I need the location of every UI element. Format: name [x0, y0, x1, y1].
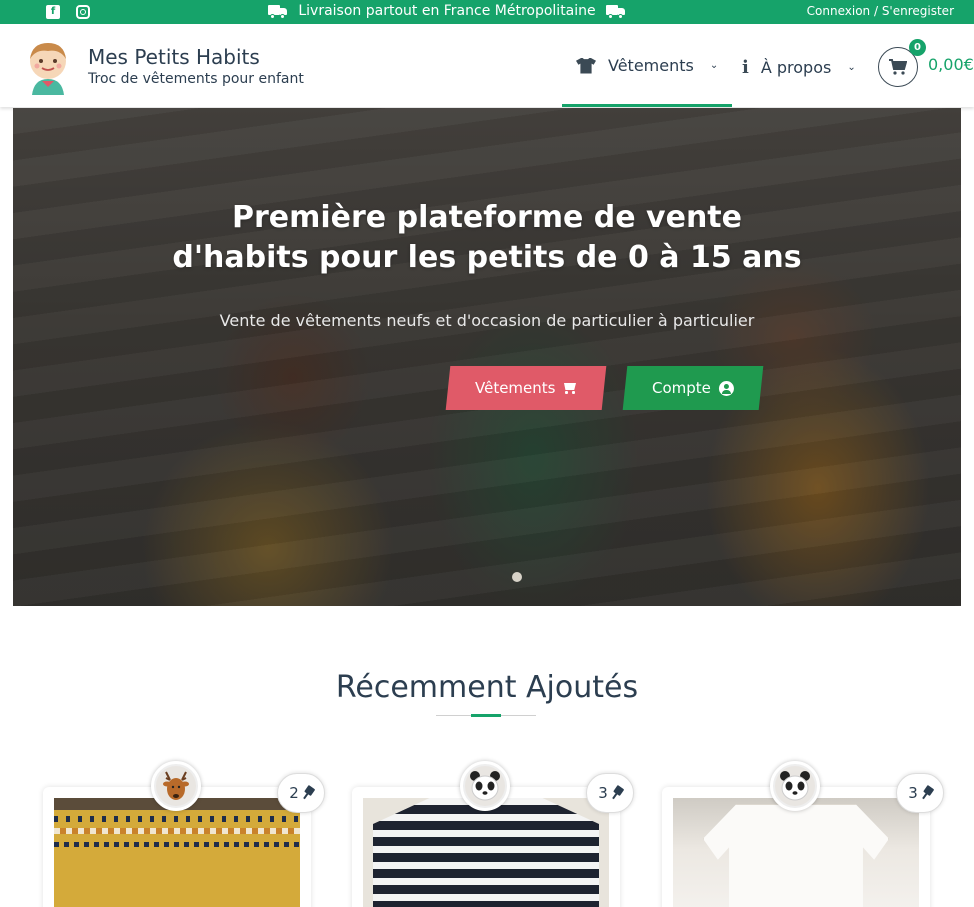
- compte-button[interactable]: Compte: [622, 366, 764, 410]
- cart-icon: [889, 59, 907, 75]
- chevron-down-icon: ⌄: [709, 60, 719, 71]
- pin-count-badge[interactable]: 3: [586, 773, 634, 813]
- product-photo[interactable]: [54, 798, 300, 907]
- deer-icon[interactable]: [151, 761, 201, 811]
- pin-icon: [919, 784, 935, 801]
- nav-item-apropos[interactable]: i À propos ⌄: [742, 27, 856, 107]
- product-card[interactable]: 2: [43, 761, 325, 907]
- top-bar: f Livraison partout en France Métropolit…: [0, 0, 974, 24]
- compte-button-label: Compte: [652, 379, 711, 397]
- tshirt-icon: [576, 57, 596, 74]
- cart-total[interactable]: 0,00€: [928, 55, 974, 74]
- hero-subtitle: Vente de vêtements neufs et d'occasion d…: [219, 311, 755, 330]
- cart-count-badge: 0: [909, 39, 926, 56]
- pin-count: 3: [908, 784, 918, 802]
- cart-icon: [563, 382, 577, 394]
- title-divider-accent: [471, 714, 501, 717]
- shipping-banner: Livraison partout en France Métropolitai…: [0, 3, 894, 19]
- carousel-indicator[interactable]: [512, 572, 522, 582]
- product-photo[interactable]: [673, 798, 919, 907]
- hero-title-line2: d'habits pour les petits de 0 à 15 ans: [172, 240, 802, 275]
- pin-count: 2: [289, 784, 299, 802]
- nav-item-label: Vêtements: [608, 56, 694, 75]
- product-card[interactable]: 3: [662, 761, 944, 907]
- pin-count: 3: [598, 784, 608, 802]
- brand-subtitle: Troc de vêtements pour enfant: [88, 71, 304, 87]
- product-card[interactable]: 3: [352, 761, 634, 907]
- pin-count-badge[interactable]: 3: [896, 773, 944, 813]
- hero-title-line1: Première plateforme de vente: [231, 200, 742, 235]
- vetements-button-label: Vêtements: [474, 379, 556, 397]
- nav-item-label: À propos: [760, 57, 832, 77]
- pin-count-badge[interactable]: 2: [277, 773, 325, 813]
- section-title-recent: Récemment Ajoutés: [335, 670, 639, 705]
- main-navbar: Mes Petits Habits Troc de vêtements pour…: [0, 27, 974, 107]
- login-register-link[interactable]: Connexion / S'enregister: [807, 4, 954, 18]
- chevron-down-icon: ⌄: [847, 61, 856, 73]
- user-circle-icon: [718, 380, 734, 396]
- truck-icon: [268, 4, 288, 19]
- hero-title: Première plateforme de vente d'habits po…: [13, 198, 961, 278]
- info-icon: i: [742, 56, 749, 78]
- panda-icon[interactable]: [770, 761, 820, 811]
- panda-icon[interactable]: [460, 761, 510, 811]
- truck-icon: [605, 4, 626, 19]
- nav-item-vetements[interactable]: Vêtements ⌄: [562, 27, 732, 107]
- shipping-text: Livraison partout en France Métropolitai…: [298, 3, 596, 19]
- pin-icon: [609, 784, 625, 801]
- pin-icon: [300, 784, 316, 801]
- hero-banner: Première plateforme de vente d'habits po…: [13, 108, 961, 606]
- baby-logo-icon[interactable]: [24, 39, 72, 95]
- brand-title[interactable]: Mes Petits Habits: [88, 45, 260, 69]
- vetements-button[interactable]: Vêtements: [445, 366, 607, 410]
- product-photo[interactable]: [363, 798, 609, 907]
